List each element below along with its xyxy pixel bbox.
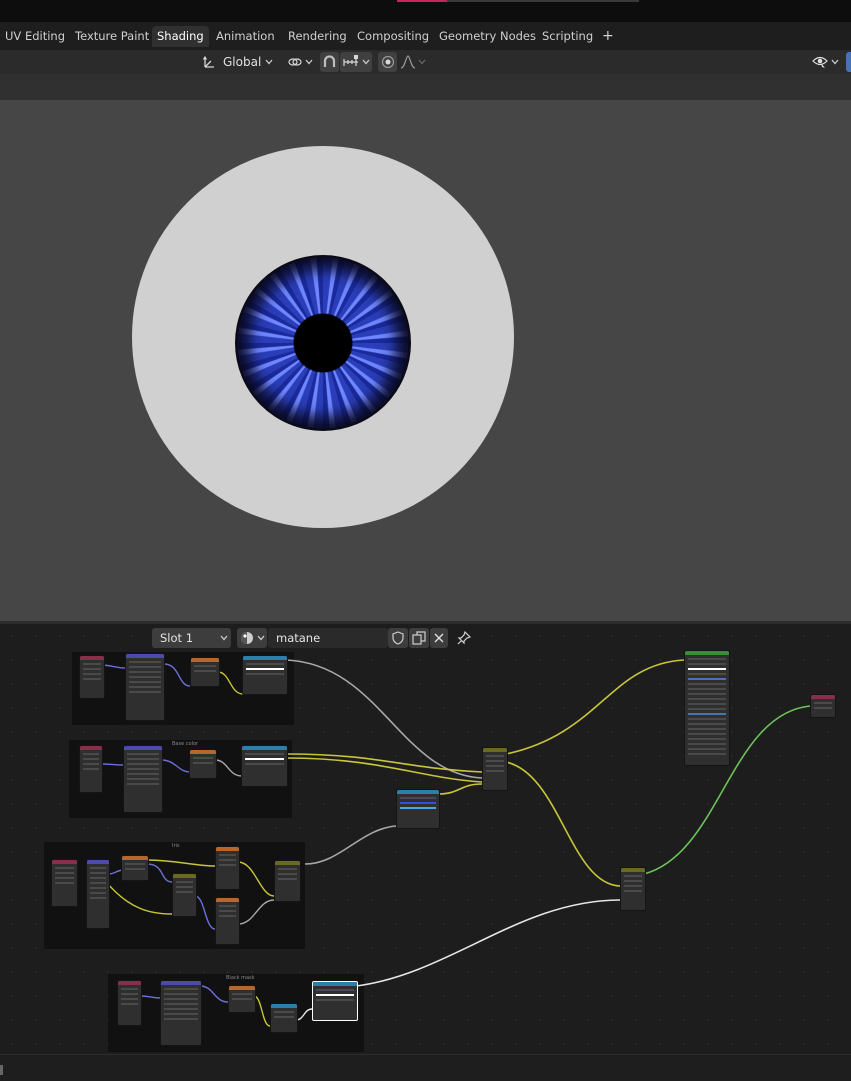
add-workspace-button[interactable]: +: [597, 26, 619, 47]
overlay-toggle-button[interactable]: [846, 52, 851, 72]
unlink-material-button[interactable]: [430, 628, 448, 648]
transform-orientation-value: Global: [223, 55, 262, 69]
node-mix[interactable]: [274, 860, 301, 902]
node-texture-coordinate[interactable]: [51, 859, 78, 907]
tab-texture-paint[interactable]: Texture Paint: [70, 26, 154, 47]
duplicate-icon: [412, 631, 426, 645]
node-texture[interactable]: [189, 749, 217, 779]
chevron-down-icon: [265, 59, 273, 65]
chevron-down-icon: [418, 59, 426, 65]
iris-shading: [238, 258, 408, 428]
chevron-down-icon: [305, 59, 313, 65]
node-texture[interactable]: [190, 657, 220, 687]
link-icon: [288, 58, 302, 66]
tab-shading[interactable]: Shading: [152, 26, 209, 47]
status-bar-edge: [0, 1065, 3, 1075]
node-texture-coordinate[interactable]: [79, 655, 105, 699]
transform-orientation-dropdown[interactable]: Global: [199, 52, 277, 72]
node-color-ramp[interactable]: [242, 655, 288, 695]
chevron-down-icon: [257, 635, 265, 641]
title-bar-accent: [397, 0, 447, 2]
browse-material-button[interactable]: [237, 628, 267, 648]
node-color-ramp[interactable]: [270, 1003, 298, 1033]
shield-icon: [392, 631, 404, 645]
pivot-point-dropdown[interactable]: [284, 52, 314, 72]
node-principled-bsdf[interactable]: [684, 650, 730, 766]
viewport-toolbar: Global: [0, 50, 851, 74]
proportional-edit-icon: [381, 55, 395, 69]
node-texture[interactable]: [215, 846, 240, 890]
node-color-ramp[interactable]: [241, 745, 288, 787]
magnet-icon: [323, 55, 336, 67]
chevron-down-icon: [362, 59, 370, 65]
status-bar: [0, 1054, 851, 1081]
node-mapping[interactable]: [123, 745, 163, 813]
node-mapping[interactable]: [86, 859, 110, 929]
fake-user-button[interactable]: [388, 628, 408, 648]
tab-geometry-nodes[interactable]: Geometry Nodes: [434, 26, 541, 47]
chevron-down-icon: [831, 59, 839, 65]
pin-button[interactable]: [454, 628, 474, 648]
chevron-down-icon: [220, 635, 228, 641]
tab-animation[interactable]: Animation: [211, 26, 280, 47]
tab-compositing[interactable]: Compositing: [352, 26, 434, 47]
snap-target-dropdown[interactable]: [340, 52, 372, 72]
node-texture-coordinate[interactable]: [79, 745, 103, 793]
snap-toggle[interactable]: [320, 52, 339, 72]
viewport-header-strip: [0, 74, 851, 100]
material-name-field[interactable]: matane: [268, 628, 388, 648]
falloff-curve-icon: [400, 55, 416, 69]
node-material-output[interactable]: [810, 694, 836, 718]
tab-uv-editing[interactable]: UV Editing: [0, 26, 70, 47]
node-texture[interactable]: [121, 855, 149, 881]
slot-value: Slot 1: [160, 631, 194, 645]
pin-icon: [457, 631, 471, 645]
node-texture[interactable]: [215, 897, 240, 945]
node-mix[interactable]: [620, 867, 646, 911]
node-mapping[interactable]: [160, 980, 202, 1046]
material-slot-dropdown[interactable]: Slot 1: [152, 628, 231, 648]
close-icon: [434, 633, 444, 643]
snap-increment-icon: [343, 55, 358, 66]
node-texture[interactable]: [228, 985, 256, 1013]
material-name-value: matane: [276, 631, 321, 645]
orientation-icon: [203, 55, 214, 68]
node-mapping[interactable]: [125, 653, 165, 721]
window-title-bar: [0, 0, 851, 22]
node-mix[interactable]: [172, 873, 197, 917]
eye-icon: [812, 56, 828, 68]
proportional-falloff-dropdown[interactable]: [398, 52, 428, 72]
material-sphere-icon: [241, 632, 253, 644]
workspace-tabs: UV Editing Texture Paint Shading Animati…: [0, 22, 851, 51]
node-color-ramp[interactable]: [396, 789, 440, 829]
duplicate-material-button[interactable]: [409, 628, 429, 648]
node-texture-coordinate[interactable]: [117, 980, 142, 1026]
node-mix-shader[interactable]: [482, 747, 508, 791]
tab-rendering[interactable]: Rendering: [283, 26, 352, 47]
selectability-visibility-dropdown[interactable]: [810, 52, 840, 72]
node-color-ramp-selected[interactable]: [312, 981, 358, 1021]
proportional-editing-toggle[interactable]: [378, 52, 397, 72]
tab-scripting[interactable]: Scripting: [537, 26, 598, 47]
